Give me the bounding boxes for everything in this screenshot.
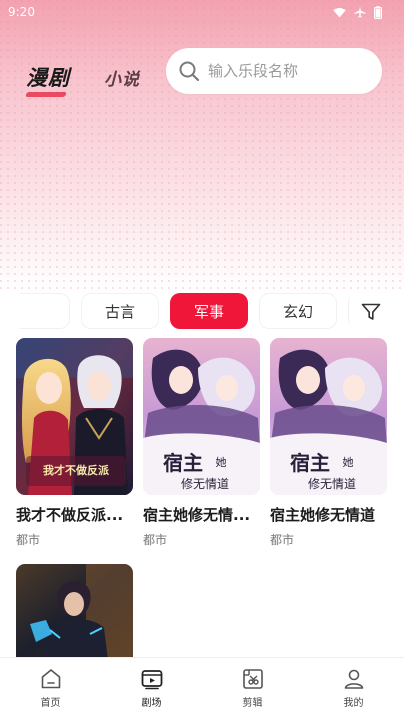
- drama-title: 宿主她修无情...: [143, 506, 251, 524]
- drama-card[interactable]: 宿主 她 修无情道 宿主她修无情... 都市: [143, 338, 260, 548]
- svg-text:宿主: 宿主: [290, 451, 330, 475]
- drama-cover[interactable]: [16, 564, 133, 660]
- svg-text:修无情道: 修无情道: [308, 476, 356, 491]
- drama-cover[interactable]: 宿主 她 修无情道: [270, 338, 387, 495]
- search-input[interactable]: [208, 62, 368, 80]
- genre-filter-bar: 古言 军事 玄幻: [0, 292, 404, 330]
- svg-text:她: 她: [343, 455, 354, 469]
- theater-icon: [141, 670, 162, 690]
- svg-text:宿主: 宿主: [163, 451, 203, 475]
- profile-icon: [344, 669, 363, 689]
- nav-profile-label: 我的: [343, 698, 364, 709]
- search-icon: [179, 61, 200, 82]
- cover-art-scifi: [16, 564, 133, 660]
- genre-chip-junshi[interactable]: 军事: [170, 293, 248, 329]
- search-bar[interactable]: [166, 48, 382, 94]
- genre-chip-partial-left[interactable]: [20, 293, 70, 329]
- drama-card[interactable]: [16, 564, 133, 660]
- tab-manju[interactable]: 漫剧: [26, 62, 70, 92]
- cover-art-cultivation: 宿主 她 修无情道: [143, 338, 260, 495]
- status-time: 9:20: [8, 5, 35, 19]
- cover-art-couple: 我才不做反派: [16, 338, 133, 495]
- genre-chip-partial-right[interactable]: [348, 293, 350, 329]
- drama-cover[interactable]: 我才不做反派: [16, 338, 133, 495]
- airplane-icon: [354, 6, 366, 18]
- filter-button[interactable]: [356, 298, 386, 326]
- genre-chip-xuanhuan[interactable]: 玄幻: [259, 293, 337, 329]
- cover-art-cultivation: 宿主 她 修无情道: [270, 338, 387, 495]
- drama-title: 宿主她修无情道: [270, 506, 376, 524]
- clip-icon: [242, 669, 263, 689]
- bottom-nav: 首页 剧场 剪辑 我的: [0, 657, 404, 718]
- drama-tag: 都市: [16, 533, 41, 547]
- nav-home-label: 首页: [40, 698, 61, 709]
- drama-title: 我才不做反派...: [16, 506, 124, 524]
- genre-chip-guyan[interactable]: 古言: [81, 293, 159, 329]
- home-icon: [41, 669, 60, 689]
- wifi-icon: [333, 7, 346, 17]
- drama-cover[interactable]: 宿主 她 修无情道: [143, 338, 260, 495]
- svg-text:修无情道: 修无情道: [181, 476, 229, 491]
- svg-text:她: 她: [216, 455, 227, 469]
- drama-card[interactable]: 宿主 她 修无情道 宿主她修无情道 都市: [270, 338, 387, 548]
- filter-icon: [361, 303, 381, 320]
- drama-card[interactable]: 我才不做反派 我才不做反派... 都市: [16, 338, 133, 548]
- nav-home[interactable]: 首页: [11, 667, 91, 709]
- status-icons: [333, 5, 382, 19]
- nav-theater[interactable]: 剧场: [112, 667, 192, 709]
- drama-tag: 都市: [143, 533, 168, 547]
- nav-theater-label: 剧场: [141, 698, 162, 709]
- tab-xiaoshuo[interactable]: 小说: [104, 65, 140, 90]
- header-background: [0, 0, 404, 290]
- genre-scroll[interactable]: 古言 军事 玄幻: [20, 292, 350, 330]
- battery-icon: [374, 5, 382, 19]
- drama-grid: 我才不做反派 我才不做反派... 都市 宿主 她 修无情道 宿主她修无情... …: [16, 338, 392, 660]
- svg-text:我才不做反派: 我才不做反派: [43, 463, 110, 477]
- top-tabs: 漫剧 小说: [26, 62, 140, 92]
- status-bar: 9:20: [0, 0, 404, 24]
- drama-tag: 都市: [270, 533, 295, 547]
- nav-clip-label: 剪辑: [242, 698, 263, 709]
- nav-clip[interactable]: 剪辑: [213, 667, 293, 709]
- nav-profile[interactable]: 我的: [314, 667, 394, 709]
